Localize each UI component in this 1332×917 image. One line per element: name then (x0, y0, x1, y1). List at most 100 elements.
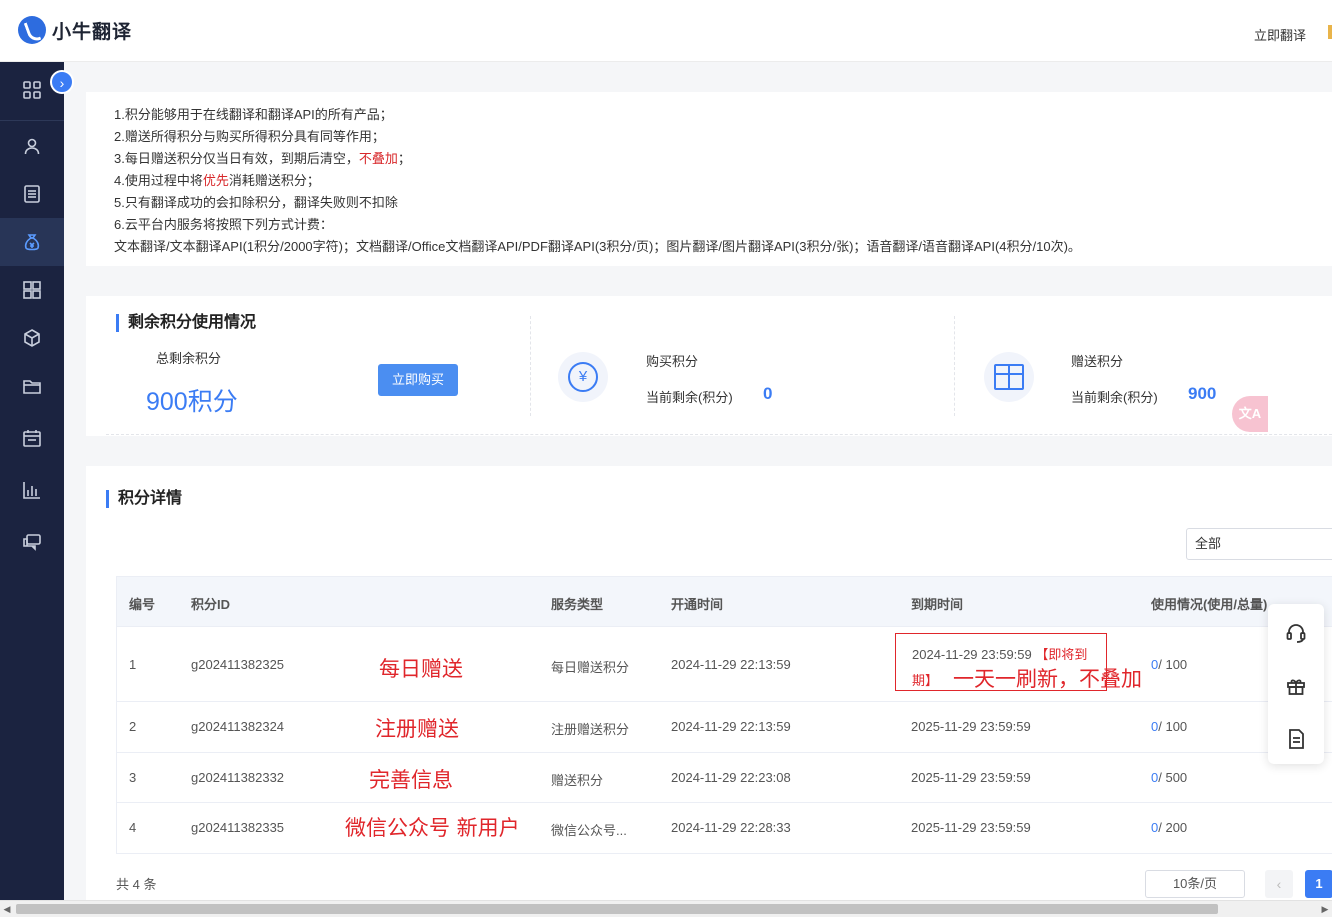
calendar-icon (23, 430, 41, 447)
scroll-right-arrow[interactable]: ▶ (1318, 901, 1332, 917)
table-header: 编号 积分ID 服务类型 开通时间 到期时间 使用情况(使用/总量) (117, 577, 1332, 627)
scroll-thumb[interactable] (16, 904, 1218, 914)
total-remaining-label: 总剩余积分 (156, 351, 222, 366)
row-start-time: 2024-11-29 22:28:33 (671, 820, 791, 835)
money-bag-icon (24, 234, 40, 251)
translate-now-link[interactable]: 立即翻译 (1254, 25, 1306, 44)
current-page-button[interactable]: 1 (1305, 870, 1332, 898)
row-usage: 0/ 200 (1151, 820, 1187, 835)
document-button[interactable] (1285, 728, 1307, 750)
sidebar-item-points[interactable] (0, 218, 64, 266)
row-service-type: 微信公众号... (551, 823, 627, 838)
points-details-panel: 积分详情 全部 编号 积分ID 服务类型 开通时间 到期时间 使用情况(使用/总… (86, 466, 1332, 917)
headset-icon (1286, 624, 1306, 643)
user-icon (24, 138, 40, 155)
page-size-select[interactable]: 10条/页 (1145, 870, 1245, 898)
row-usage: 0/ 500 (1151, 770, 1187, 785)
logo-text: 小牛翻译 (52, 20, 133, 43)
rule-line-7: 文本翻译/文本翻译API(1积分/2000字符)；文档翻译/Office文档翻译… (114, 239, 1081, 254)
cut-off-header-item[interactable] (1328, 25, 1332, 39)
rule-line-3: 3.每日赠送积分仅当日有效，到期后清空，不叠加； (114, 148, 1332, 170)
row-service-type: 赠送积分 (551, 773, 604, 788)
rule-4-highlight: 优先 (202, 173, 229, 188)
table-row: 2 g202411382324 注册赠送 注册赠送积分 2024-11-29 2… (117, 702, 1332, 753)
buy-now-button[interactable]: 立即购买 (378, 364, 458, 396)
details-title: 积分详情 (106, 490, 182, 508)
summary-title: 剩余积分使用情况 (116, 314, 256, 332)
sidebar-item-user[interactable] (0, 122, 64, 170)
row-start-time: 2024-11-29 22:23:08 (671, 770, 791, 785)
gift-remaining-value: 900 (1188, 384, 1217, 403)
sidebar (0, 62, 64, 917)
summary-divider (954, 316, 955, 416)
translate-float-badge[interactable]: 文A (1232, 396, 1268, 432)
top-header: 小牛翻译 立即翻译 (0, 0, 1332, 62)
row-total: / 100 (1158, 657, 1188, 672)
rule-line-5: 5.只有翻译成功的会扣除积分，翻译失败则不扣除 (114, 195, 398, 210)
total-remaining-value: 900积分 (146, 388, 238, 416)
logo[interactable]: 小牛翻译 (18, 16, 132, 44)
dashboard-icon (23, 81, 41, 99)
row-total: / 200 (1158, 820, 1188, 835)
sidebar-divider (0, 120, 64, 121)
sidebar-item-cube[interactable] (0, 314, 64, 362)
type-filter-select[interactable]: 全部 (1186, 528, 1332, 560)
row-start-time: 2024-11-29 22:13:59 (671, 657, 791, 672)
col-start-time: 开通时间 (671, 597, 724, 612)
sidebar-item-calendar[interactable] (0, 414, 64, 462)
col-number: 编号 (129, 597, 156, 612)
prev-page-button[interactable]: ‹ (1265, 870, 1293, 898)
sidebar-item-chat[interactable] (0, 518, 64, 566)
sidebar-item-list[interactable] (0, 170, 64, 218)
rule-line-6: 6.云平台内服务将按照下列方式计费： (114, 217, 333, 232)
sidebar-item-folder[interactable] (0, 362, 64, 410)
gift-button[interactable] (1285, 675, 1307, 697)
row-usage: 0/ 100 (1151, 719, 1187, 734)
row-total: / 100 (1158, 719, 1188, 734)
col-expire-time: 到期时间 (911, 597, 964, 612)
col-usage: 使用情况(使用/总量) (1151, 597, 1268, 612)
row-expire-time: 2024-11-29 23:59:59 (912, 647, 1032, 662)
rule-4-text: 4.使用过程中将 (114, 173, 203, 188)
rule-3-text: 3.每日赠送积分仅当日有效，到期后清空， (114, 151, 359, 166)
points-table: 编号 积分ID 服务类型 开通时间 到期时间 使用情况(使用/总量) 1 g20… (116, 576, 1332, 854)
row-points-id: g202411382332 (191, 770, 285, 785)
annotation-complete-info: 完善信息 (369, 768, 453, 792)
row-number: 3 (129, 770, 137, 785)
purchase-remaining-value: 0 (763, 384, 773, 403)
rule-line-1: 1.积分能够用于在线翻译和翻译API的所有产品； (114, 107, 393, 122)
annotation-daily-gift: 每日赠送 (379, 657, 463, 681)
row-number: 2 (129, 719, 137, 734)
logo-icon (18, 16, 46, 44)
total-count: 共 4 条 (116, 877, 157, 892)
row-points-id: g202411382325 (191, 657, 285, 672)
horizontal-scrollbar[interactable]: ◀ ▶ (0, 900, 1332, 917)
apps-icon (23, 281, 41, 299)
row-service-type: 注册赠送积分 (551, 722, 630, 737)
customer-service-button[interactable] (1285, 622, 1307, 644)
col-points-id: 积分ID (191, 597, 231, 612)
gift-points-icon-wrap (984, 352, 1034, 402)
rule-line-4: 4.使用过程中将优先消耗赠送积分； (114, 170, 1332, 192)
table-row: 4 g202411382335 微信公众号 新用户 微信公众号... 2024-… (117, 803, 1332, 853)
rule-line-2: 2.赠送所得积分与购买所得积分具有同等作用； (114, 129, 385, 144)
cube-icon (24, 329, 40, 347)
row-number: 4 (129, 820, 137, 835)
sidebar-item-stats[interactable] (0, 466, 64, 514)
purchase-remaining-label: 当前剩余(积分) (646, 390, 733, 405)
annotation-wechat-new-user: 微信公众号 新用户 (345, 816, 520, 840)
row-start-time: 2024-11-29 22:13:59 (671, 719, 791, 734)
main-content: 1.积分能够用于在线翻译和翻译API的所有产品； 2.赠送所得积分与购买所得积分… (64, 62, 1332, 917)
table-row: 1 g202411382325 每日赠送 每日赠送积分 2024-11-29 2… (117, 627, 1332, 702)
annotation-signup-gift: 注册赠送 (375, 717, 459, 741)
points-rules-panel: 1.积分能够用于在线翻译和翻译API的所有产品； 2.赠送所得积分与购买所得积分… (86, 92, 1332, 266)
row-expire-time: 2025-11-29 23:59:59 (911, 719, 1031, 734)
chat-icon (23, 534, 41, 551)
expire-soon-tag: 【即将到 (1035, 647, 1088, 662)
row-expire-time: 2025-11-29 23:59:59 (911, 770, 1031, 785)
scroll-left-arrow[interactable]: ◀ (0, 901, 14, 917)
expire-soon-tag-end: 期】 (912, 673, 939, 688)
sidebar-item-apps[interactable] (0, 266, 64, 314)
purchase-points-title: 购买积分 (646, 354, 699, 369)
summary-bottom-divider (106, 434, 1332, 435)
